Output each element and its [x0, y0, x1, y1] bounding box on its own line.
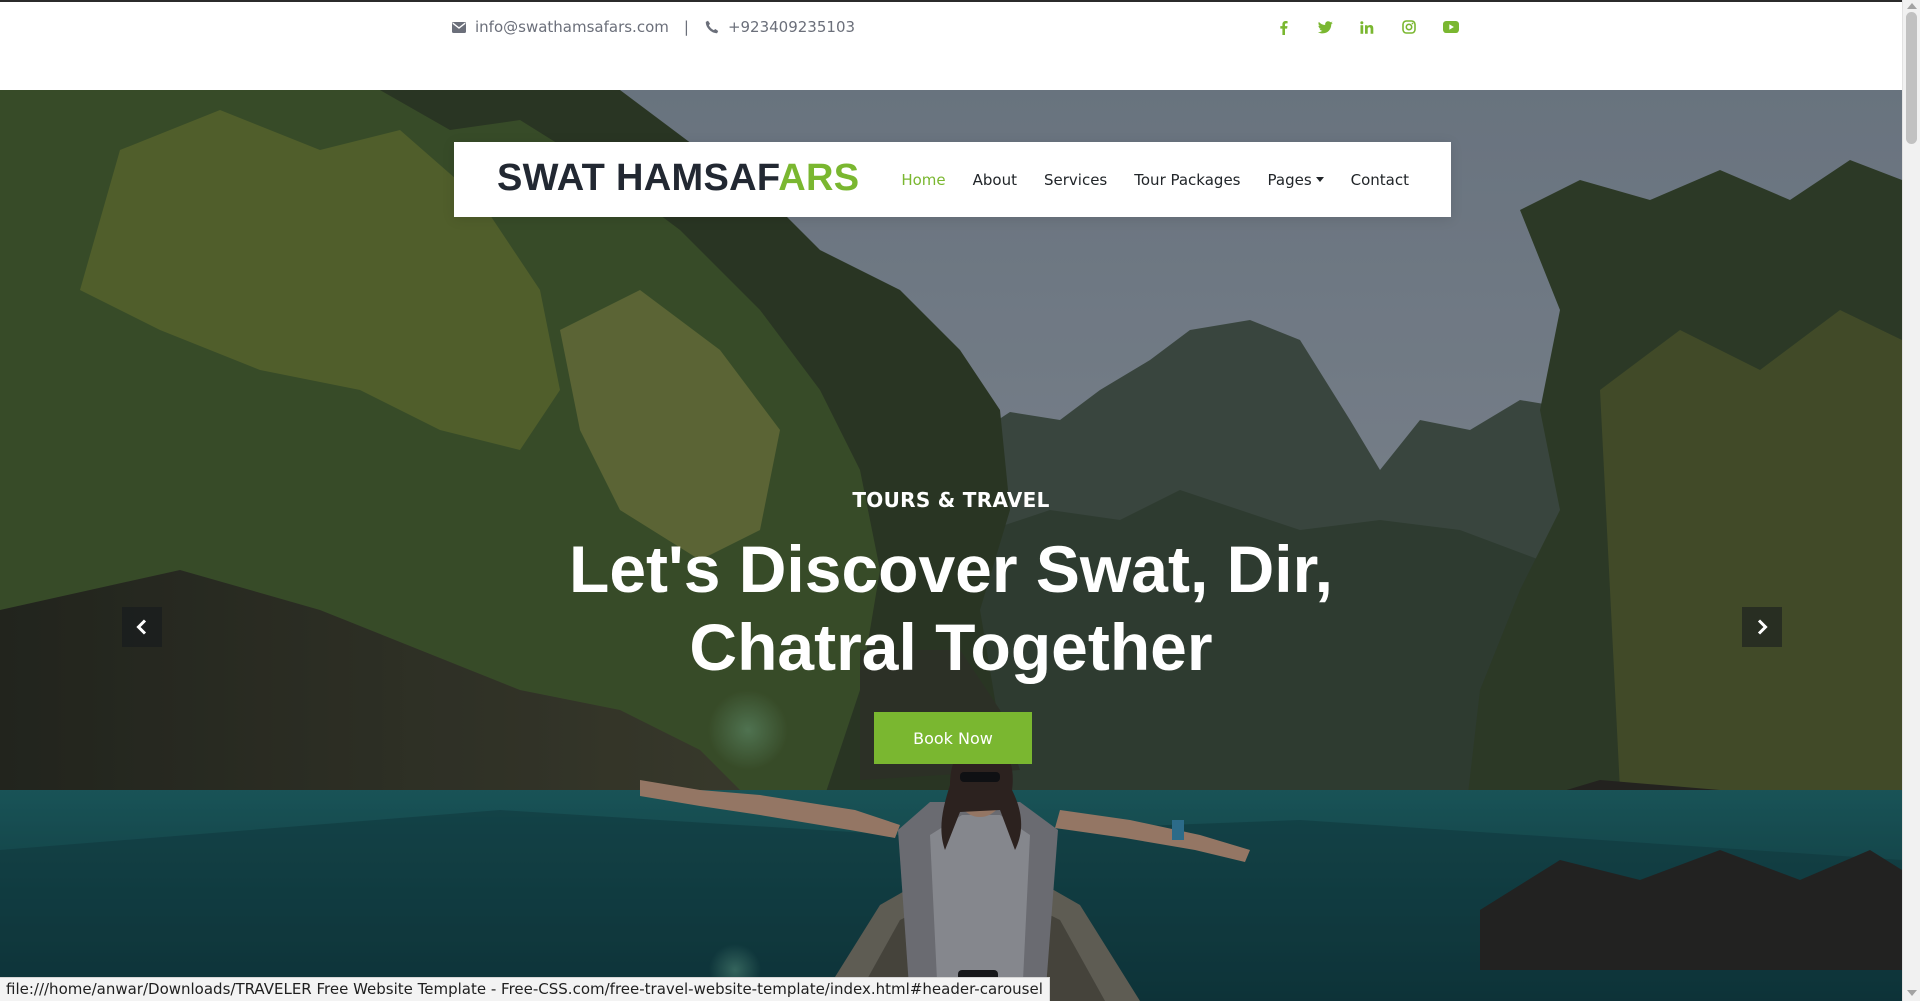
hero-headline: Let's Discover Swat, Dir, Chatral Togeth… [0, 530, 1902, 686]
scroll-up-arrow-icon[interactable] [1907, 3, 1917, 9]
contact-separator: | [683, 18, 689, 36]
page-viewport: info@swathamsafars.com | +923409235103 S… [0, 0, 1902, 1001]
chevron-left-icon [136, 619, 147, 635]
hero-kicker: TOURS & TRAVEL [852, 488, 1050, 512]
chevron-right-icon [1757, 619, 1768, 635]
brand-text-accent: ARS [778, 157, 860, 199]
youtube-icon[interactable] [1430, 16, 1472, 38]
header-carousel: SWAT HAMSAFARS Home About Services Tour … [0, 90, 1902, 1001]
caret-down-icon [1315, 177, 1324, 182]
nav-tour-packages[interactable]: Tour Packages [1134, 171, 1240, 189]
nav-menu: Home About Services Tour Packages Pages … [874, 142, 1409, 217]
instagram-icon[interactable] [1388, 16, 1430, 38]
nav-home[interactable]: Home [901, 171, 945, 189]
carousel-next-button[interactable] [1742, 607, 1782, 647]
nav-pages-dropdown[interactable]: Pages [1268, 171, 1324, 189]
social-links [1262, 16, 1472, 38]
nav-contact[interactable]: Contact [1351, 171, 1409, 189]
status-url-bar: file:///home/anwar/Downloads/TRAVELER Fr… [0, 977, 1050, 1001]
scroll-down-arrow-icon[interactable] [1907, 990, 1917, 996]
top-info-bar: info@swathamsafars.com | +923409235103 [0, 2, 1902, 90]
nav-pages-label: Pages [1267, 170, 1312, 189]
twitter-icon[interactable] [1304, 16, 1346, 38]
email-link[interactable]: info@swathamsafars.com [475, 18, 669, 36]
facebook-icon[interactable] [1262, 16, 1304, 38]
phone-link[interactable]: +923409235103 [728, 18, 855, 36]
linkedin-icon[interactable] [1346, 16, 1388, 38]
navbar: SWAT HAMSAFARS Home About Services Tour … [454, 142, 1451, 217]
carousel-prev-button[interactable] [122, 607, 162, 647]
hero-headline-line-1: Let's Discover Swat, Dir, [569, 532, 1333, 606]
contact-info: info@swathamsafars.com | +923409235103 [452, 16, 855, 38]
scrollbar-thumb[interactable] [1906, 12, 1917, 144]
brand-text: SWAT HAMSAF [497, 157, 779, 199]
nav-services[interactable]: Services [1044, 171, 1107, 189]
envelope-icon [452, 21, 466, 33]
book-now-button[interactable]: Book Now [874, 712, 1032, 764]
nav-about[interactable]: About [973, 171, 1017, 189]
hero-headline-line-2: Chatral Together [689, 610, 1213, 684]
brand-logo[interactable]: SWAT HAMSAFARS [497, 157, 859, 200]
vertical-scrollbar[interactable] [1902, 0, 1920, 1001]
phone-icon [705, 20, 719, 34]
